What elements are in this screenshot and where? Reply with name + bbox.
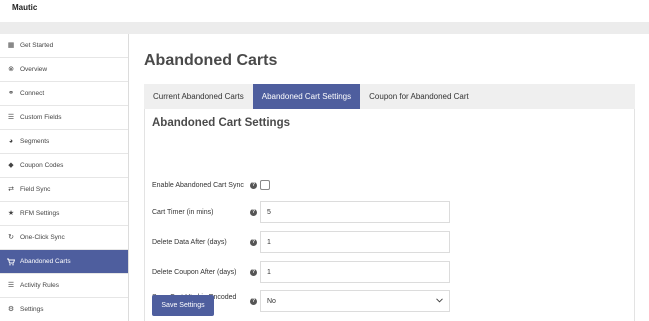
save-settings-button[interactable]: Save Settings	[152, 295, 214, 316]
app-brand[interactable]: Mautic	[12, 3, 37, 12]
panel-title: Abandoned Cart Settings	[152, 117, 291, 129]
sidebar-item-label: Connect	[20, 90, 45, 97]
sidebar-item-label: Get Started	[20, 42, 54, 49]
page-title: Abandoned Carts	[144, 52, 278, 69]
tab-coupon-for-abandoned-cart[interactable]: Coupon for Abandoned Cart	[360, 84, 478, 109]
delete-data-row: Delete Data After (days) ?	[152, 231, 452, 253]
tag-icon: ◆	[8, 162, 14, 169]
cart-timer-input[interactable]	[260, 201, 450, 223]
sidebar-item-connect[interactable]: ⚭ Connect	[0, 82, 128, 106]
delete-coupon-label: Delete Coupon After (days)	[152, 268, 237, 276]
tab-abandoned-cart-settings[interactable]: Abandoned Cart Settings	[252, 84, 361, 109]
enable-sync-checkbox[interactable]	[260, 180, 270, 190]
main-content: Abandoned Carts Current Abandoned Carts …	[129, 34, 649, 321]
timer-row: Cart Timer (in mins) ?	[152, 201, 452, 223]
help-icon[interactable]: ?	[250, 297, 257, 305]
delete-data-input[interactable]	[260, 231, 450, 253]
sidebar-item-label: Overview	[20, 66, 48, 73]
sidebar-item-label: One-Click Sync	[20, 234, 65, 241]
close-circle-icon: ⊗	[8, 66, 14, 73]
help-icon[interactable]: ?	[250, 268, 257, 276]
top-bar: Mautic	[0, 0, 649, 22]
list-icon: ☰	[7, 114, 15, 121]
delete-data-label: Delete Data After (days)	[152, 238, 227, 246]
sidebar-item-label: Segments	[20, 138, 50, 145]
sync-label: Enable Abandoned Cart Sync	[152, 181, 244, 189]
sidebar-item-abandoned-carts[interactable]: Abandoned Carts	[0, 250, 128, 274]
tab-current-abandoned-carts[interactable]: Current Abandoned Carts	[144, 84, 253, 109]
list-icon: ☰	[7, 282, 15, 289]
sidebar-item-activity-rules[interactable]: ☰ Activity Rules	[0, 274, 128, 298]
help-icon[interactable]: ?	[250, 208, 257, 216]
settings-panel: Abandoned Cart Settings Enable Abandoned…	[144, 109, 635, 321]
sidebar: ▦ Get Started ⊗ Overview ⚭ Connect ☰ Cus…	[0, 34, 129, 321]
delete-coupon-row: Delete Coupon After (days) ?	[152, 261, 452, 283]
chevron-down-icon	[436, 297, 443, 305]
sidebar-item-label: Abandoned Carts	[20, 258, 71, 265]
sidebar-item-label: Coupon Codes	[20, 162, 64, 169]
gears-icon: ⚙	[7, 306, 15, 313]
help-icon[interactable]: ?	[250, 181, 257, 189]
cart-icon	[7, 258, 15, 266]
encoded-select[interactable]: No	[260, 290, 450, 312]
sidebar-item-field-sync[interactable]: ⇄ Field Sync	[0, 178, 128, 202]
sidebar-item-overview[interactable]: ⊗ Overview	[0, 58, 128, 82]
delete-coupon-input[interactable]	[260, 261, 450, 283]
refresh-icon: ↻	[8, 234, 14, 241]
sidebar-item-label: Custom Fields	[20, 114, 62, 121]
sync-arrows-icon: ⇄	[8, 186, 14, 193]
top-strip	[0, 22, 649, 34]
sidebar-item-rfm-settings[interactable]: ★ RFM Settings	[0, 202, 128, 226]
sync-row: Enable Abandoned Cart Sync ?	[152, 174, 452, 196]
sidebar-item-get-started[interactable]: ▦ Get Started	[0, 34, 128, 58]
grid-icon: ▦	[7, 42, 15, 49]
encoded-select-value: No	[267, 297, 276, 305]
sidebar-item-label: Activity Rules	[20, 282, 60, 289]
help-icon[interactable]: ?	[250, 238, 257, 246]
tab-bar: Current Abandoned Carts Abandoned Cart S…	[144, 84, 635, 109]
sidebar-item-label: RFM Settings	[20, 210, 60, 217]
sidebar-item-coupon-codes[interactable]: ◆ Coupon Codes	[0, 154, 128, 178]
star-icon: ★	[7, 210, 15, 217]
sidebar-item-one-click-sync[interactable]: ↻ One-Click Sync	[0, 226, 128, 250]
sidebar-item-label: Settings	[20, 306, 44, 313]
sidebar-item-settings[interactable]: ⚙ Settings	[0, 298, 128, 321]
link-icon: ⚭	[8, 90, 14, 97]
timer-label: Cart Timer (in mins)	[152, 208, 214, 216]
pie-chart-icon: ◕	[8, 138, 14, 145]
sidebar-item-custom-fields[interactable]: ☰ Custom Fields	[0, 106, 128, 130]
sidebar-item-segments[interactable]: ◕ Segments	[0, 130, 128, 154]
sidebar-item-label: Field Sync	[20, 186, 51, 193]
